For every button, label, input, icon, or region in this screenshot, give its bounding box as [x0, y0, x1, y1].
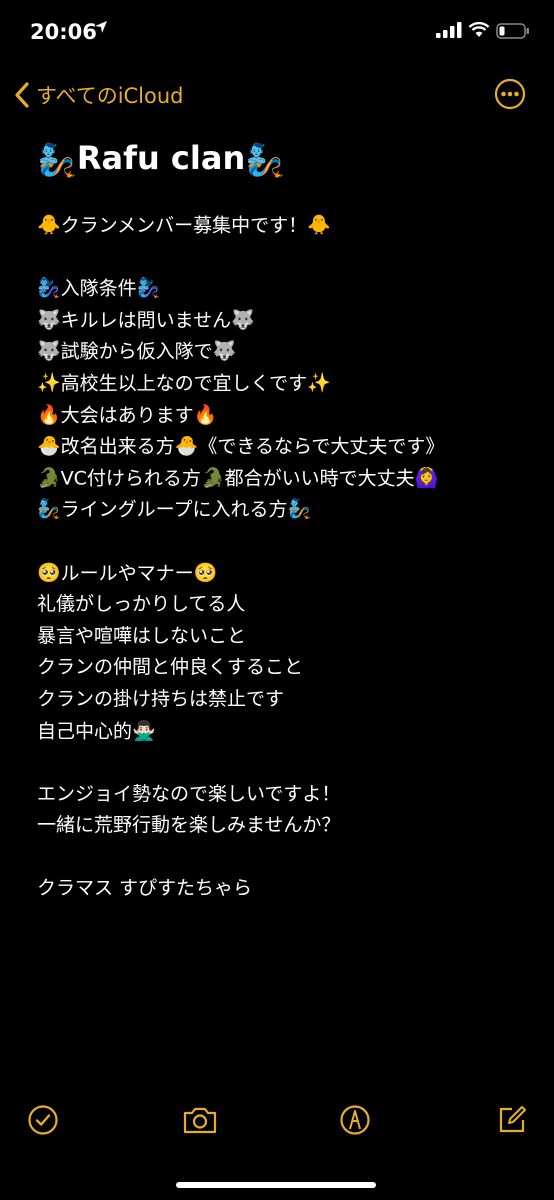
- cellular-signal-icon: [436, 22, 462, 38]
- note-text: クランの仲間と仲良くすること: [37, 656, 304, 679]
- note-line: 🧞ライングループに入れる方🧞: [37, 494, 534, 526]
- note-line: 礼儀がしっかりしてる人: [37, 589, 534, 621]
- note-title-text: Rafu clan: [76, 139, 246, 177]
- note-line: 一緒に荒野行動を楽しみませんか？: [37, 810, 534, 842]
- camera-icon[interactable]: [182, 1104, 218, 1136]
- note-text: 《できるならで大丈夫です》: [198, 435, 445, 458]
- note-text: 入隊条件: [60, 277, 137, 300]
- note-text: キルレは問いません: [60, 309, 232, 332]
- emoji: 🐺: [231, 308, 255, 331]
- wifi-icon: [468, 22, 490, 37]
- note-text: 試験から仮入隊で: [60, 340, 213, 363]
- genie-emoji: 🧞: [245, 141, 286, 179]
- note-text: クランメンバー募集中です！: [60, 214, 308, 237]
- home-indicator[interactable]: [176, 1182, 376, 1188]
- note-text: 自己中心的: [37, 719, 133, 742]
- emoji: 🥺: [193, 561, 218, 584]
- note-text: ライングループに入れる方: [60, 498, 288, 521]
- compose-icon[interactable]: [496, 1104, 528, 1136]
- note-line: 🐺キルレは問いません🐺: [37, 305, 534, 337]
- back-button[interactable]: すべてのiCloud: [14, 80, 184, 110]
- note-text: VC付けられる方: [60, 467, 201, 490]
- emoji: 🧞: [287, 498, 312, 521]
- note-line: [37, 747, 534, 779]
- note-line: [37, 242, 534, 274]
- location-arrow-icon: [95, 21, 107, 33]
- status-bar: 20:06: [0, 0, 554, 62]
- pen-circle-icon[interactable]: [339, 1104, 371, 1136]
- note-text: クランの掛け持ちは禁止です: [37, 687, 285, 710]
- note-line: クランの仲間と仲良くすること: [37, 652, 534, 684]
- note-line: 暴言や喧嘩はしないこと: [37, 621, 534, 653]
- emoji: 🔥: [37, 403, 61, 426]
- emoji: 🐣: [174, 435, 199, 458]
- battery-icon: [496, 23, 529, 39]
- note-text: エンジョイ勢なので楽しいですよ！: [37, 782, 341, 805]
- emoji: 🧞: [37, 498, 61, 521]
- note-line: ✨高校生以上なので宜しくです✨: [37, 368, 534, 400]
- note-title[interactable]: 🧞Rafu clan🧞: [37, 136, 534, 182]
- note-text: 改名出来る方: [60, 435, 175, 458]
- emoji: 🥺: [37, 561, 61, 584]
- emoji: 🐣: [37, 435, 61, 458]
- emoji: 🔥: [193, 403, 218, 426]
- emoji: 🐥: [37, 214, 61, 236]
- note-line: 🐊VC付けられる方🐊都合がいい時で大丈夫🙆‍♀️: [37, 463, 534, 495]
- back-button-label: すべてのiCloud: [36, 84, 184, 108]
- note-text: 礼儀がしっかりしてる人: [37, 593, 246, 616]
- note-text: 高校生以上なので宜しくです: [60, 372, 308, 395]
- status-time: 20:06: [30, 20, 97, 44]
- chevron-left-icon: [15, 82, 29, 108]
- emoji: 🐊: [37, 466, 61, 489]
- navigation-bar: すべてのiCloud: [0, 76, 554, 116]
- note-text: 大会はあります: [60, 403, 194, 426]
- note-text: ルールやマナー: [60, 561, 194, 584]
- note-line: 🥺ルールやマナー🥺: [37, 558, 534, 590]
- emoji: 🙆‍♀️: [414, 466, 439, 489]
- note-text: 一緒に荒野行動を楽しみませんか？: [37, 814, 341, 837]
- checklist-icon[interactable]: [27, 1104, 59, 1136]
- note-line: [37, 526, 534, 558]
- note-line: エンジョイ勢なので楽しいですよ！: [37, 779, 534, 811]
- emoji: 🧞‍♀️: [37, 277, 61, 300]
- note-text: 暴言や喧嘩はしないこと: [37, 624, 247, 647]
- emoji: 🐊: [200, 466, 225, 489]
- note-text: クラマス すぴすたちゃら: [37, 877, 253, 900]
- note-text: 都合がいい時で大丈夫: [224, 467, 415, 490]
- note-content[interactable]: 🧞Rafu clan🧞 🐥クランメンバー募集中です！🐥 🧞‍♀️入隊条件🧞‍♀️ 🐺…: [37, 136, 534, 905]
- note-line: 🧞‍♀️入隊条件🧞‍♀️: [37, 273, 534, 305]
- note-line: 🐣改名出来る方🐣《できるならで大丈夫です》: [37, 431, 534, 463]
- emoji: ✨: [307, 371, 331, 394]
- emoji: 🧞‍♀️: [136, 277, 161, 300]
- emoji: 🐺: [212, 340, 237, 363]
- emoji: 🐺: [37, 308, 61, 331]
- note-line: [37, 842, 534, 874]
- genie-emoji: 🧞: [37, 141, 77, 179]
- ellipsis-circle-icon[interactable]: [494, 78, 526, 110]
- note-line: クラマス すぴすたちゃら: [37, 873, 534, 905]
- emoji: 🙅🏻‍♂️: [132, 719, 156, 742]
- note-line: 🔥大会はあります🔥: [37, 400, 534, 432]
- emoji: 🐺: [37, 340, 61, 363]
- note-line: 🐥クランメンバー募集中です！🐥: [37, 210, 534, 242]
- emoji: ✨: [37, 371, 61, 394]
- note-body[interactable]: 🐥クランメンバー募集中です！🐥 🧞‍♀️入隊条件🧞‍♀️ 🐺キルレは問いません🐺 🐺試…: [37, 210, 534, 905]
- note-line: クランの掛け持ちは禁止です: [37, 684, 534, 716]
- note-line: 🐺試験から仮入隊で🐺: [37, 336, 534, 368]
- note-line: 自己中心的🙅🏻‍♂️: [37, 716, 534, 748]
- emoji: 🐥: [307, 214, 331, 236]
- bottom-toolbar: [0, 1104, 554, 1148]
